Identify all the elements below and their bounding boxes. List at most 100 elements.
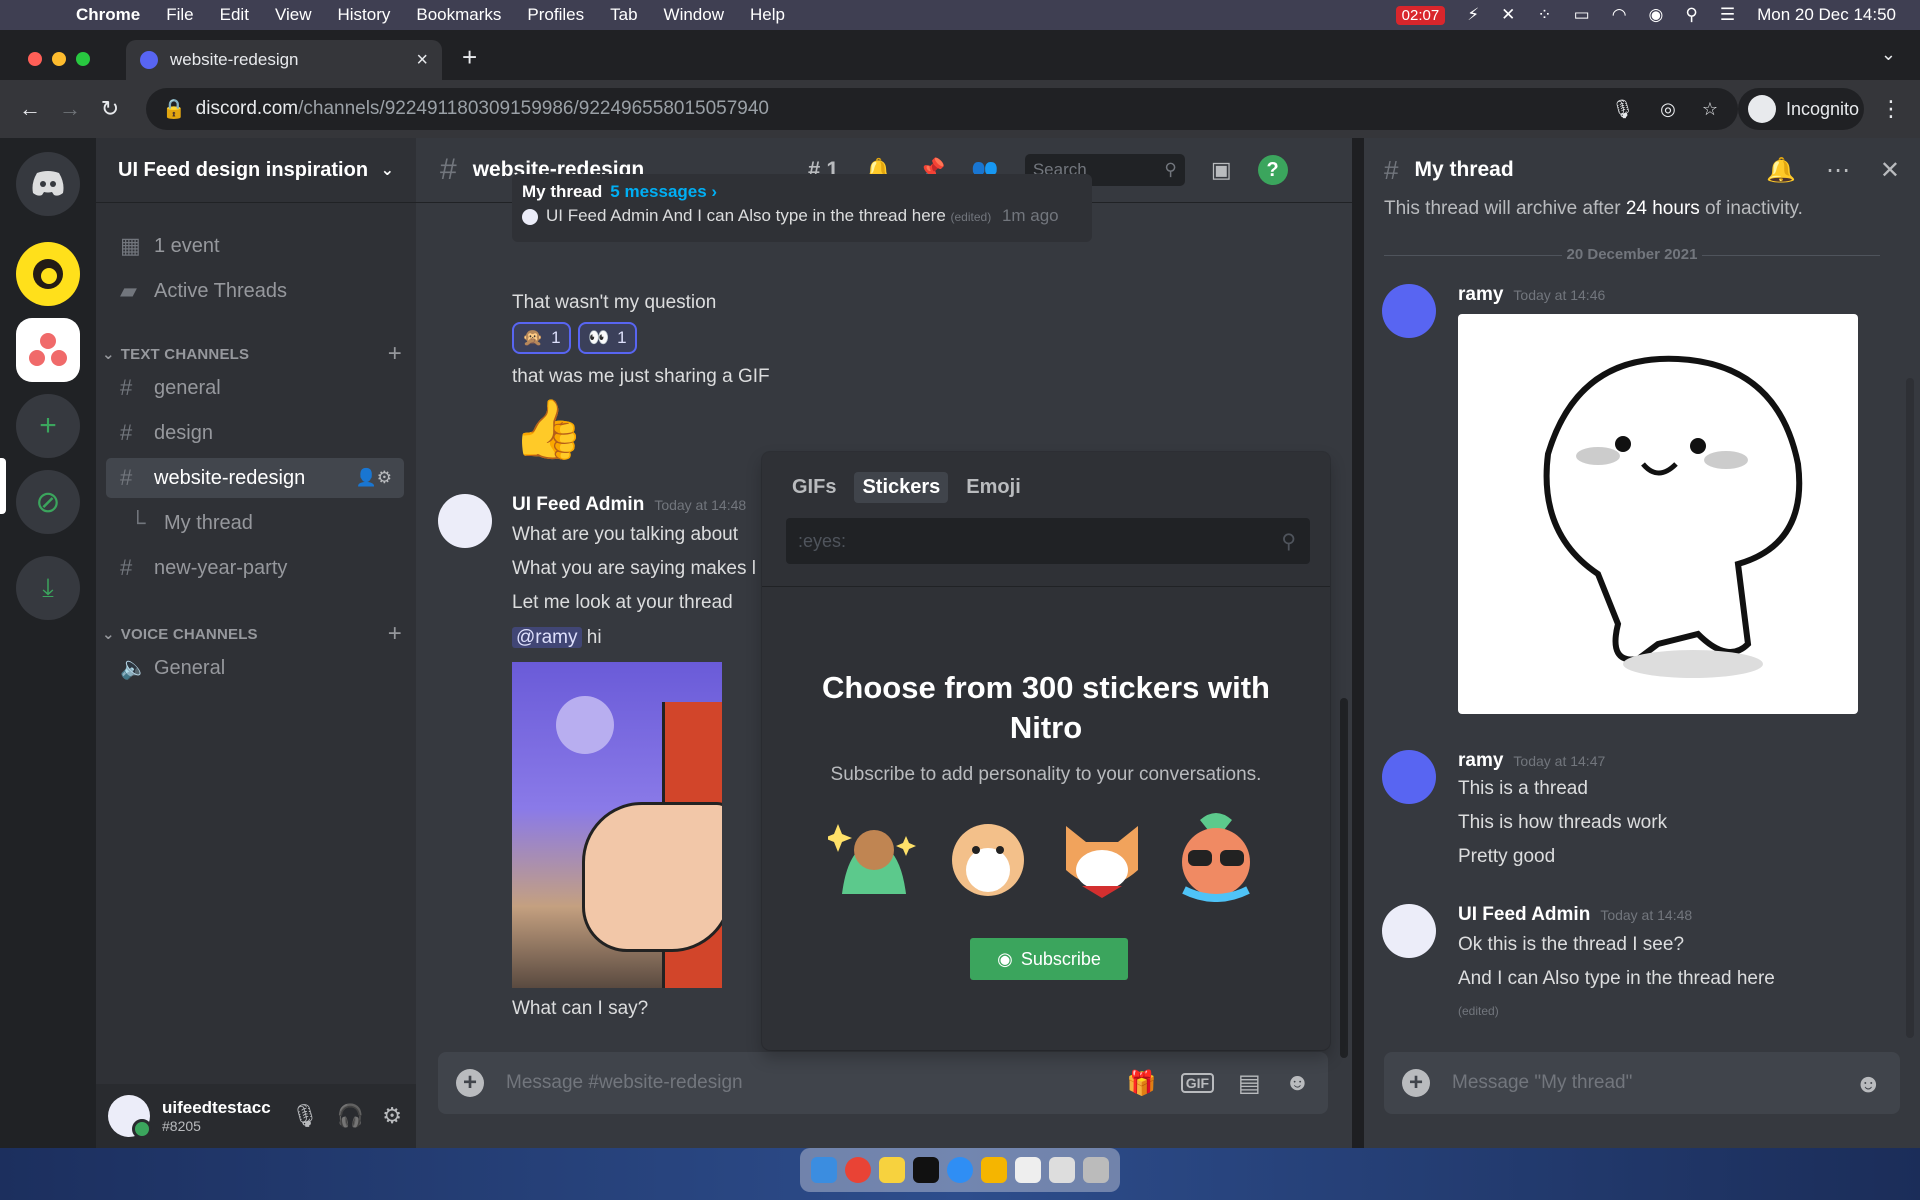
safari-icon[interactable] xyxy=(947,1157,973,1183)
trash-icon[interactable] xyxy=(1083,1157,1109,1183)
voice-channels-category[interactable]: ⌄ VOICE CHANNELS + xyxy=(102,620,402,648)
more-icon[interactable]: ⋯ xyxy=(1826,156,1850,185)
inbox-icon[interactable]: ▣ xyxy=(1211,157,1232,183)
thread-scrollbar[interactable] xyxy=(1906,378,1914,1038)
battery-icon[interactable]: ▭ xyxy=(1574,5,1590,25)
menu-profiles[interactable]: Profiles xyxy=(527,5,584,25)
tab-gifs[interactable]: GIFs xyxy=(784,472,844,503)
tab-emoji[interactable]: Emoji xyxy=(958,472,1028,503)
wifi-icon[interactable]: ◠ xyxy=(1612,5,1627,25)
ui-feed-admin-avatar[interactable] xyxy=(1382,904,1436,958)
lock-icon[interactable]: 🔒 xyxy=(162,97,186,121)
server-mailchimp-icon[interactable] xyxy=(16,242,80,306)
sticker-search-input[interactable]: :eyes: ⚲ xyxy=(786,518,1310,564)
reload-icon[interactable]: ↻ xyxy=(90,96,130,122)
channel-general[interactable]: # general xyxy=(106,368,404,408)
bookmark-star-icon[interactable]: ☆ xyxy=(1702,99,1718,120)
close-window-button[interactable] xyxy=(28,52,42,66)
notes-icon[interactable] xyxy=(879,1157,905,1183)
settings-gear-icon[interactable]: ⚙ xyxy=(382,1103,402,1129)
voice-channel-general[interactable]: 🔈 General xyxy=(106,648,404,688)
create-channel-icon[interactable]: + xyxy=(388,340,402,368)
author-name[interactable]: ramy xyxy=(1458,750,1503,771)
terminal-icon[interactable] xyxy=(913,1157,939,1183)
upload-plus-icon[interactable]: + xyxy=(1402,1069,1430,1097)
address-bar[interactable]: 🔒 discord.com/channels/92249118030915998… xyxy=(146,88,1738,130)
eye-slash-icon[interactable]: ◎ xyxy=(1660,99,1676,120)
menu-history[interactable]: History xyxy=(337,5,390,25)
menu-edit[interactable]: Edit xyxy=(220,5,249,25)
emoji-smile-icon[interactable]: ☻ xyxy=(1855,1068,1882,1099)
thread-preview-card[interactable]: My thread 5 messages › UI Feed Admin And … xyxy=(512,174,1092,242)
zoom-window-button[interactable] xyxy=(76,52,90,66)
explore-servers-icon[interactable]: ⊘ xyxy=(16,470,80,534)
bluetooth-icon[interactable]: ✕ xyxy=(1501,5,1515,25)
events-item[interactable]: ▦ 1 event xyxy=(106,226,404,266)
add-server-icon[interactable]: + xyxy=(16,394,80,458)
menu-file[interactable]: File xyxy=(166,5,193,25)
forward-arrow-icon[interactable]: → xyxy=(50,96,90,122)
invite-and-settings-icons[interactable]: 👤⚙ xyxy=(356,468,392,488)
create-voice-channel-icon[interactable]: + xyxy=(388,620,402,648)
close-tab-icon[interactable]: × xyxy=(416,49,428,72)
dots-icon[interactable]: ⁘ xyxy=(1537,5,1551,25)
bell-icon[interactable]: 🔔 xyxy=(1766,156,1796,185)
download-apps-icon[interactable]: ⤓ xyxy=(16,556,80,620)
menu-view[interactable]: View xyxy=(275,5,312,25)
text-channels-category[interactable]: ⌄ TEXT CHANNELS + xyxy=(102,340,402,368)
chrome-menu-icon[interactable]: ⋮ xyxy=(1880,96,1902,122)
user-mention[interactable]: @ramy xyxy=(512,627,582,648)
thread-message-composer[interactable]: + Message "My thread" ☻ xyxy=(1384,1052,1900,1114)
ramy-avatar[interactable] xyxy=(1382,750,1436,804)
gif-attachment[interactable] xyxy=(512,662,722,988)
reaction-pill[interactable]: 🙊 1 xyxy=(512,322,571,354)
author-name[interactable]: UI Feed Admin xyxy=(512,494,644,515)
subscribe-nitro-button[interactable]: ◉ Subscribe xyxy=(970,938,1128,980)
author-avatar[interactable] xyxy=(438,494,492,548)
user-icon[interactable]: ◉ xyxy=(1649,5,1664,25)
discord-home-icon[interactable] xyxy=(16,152,80,216)
channel-new-year-party[interactable]: # new-year-party xyxy=(106,548,404,588)
menu-help[interactable]: Help xyxy=(750,5,785,25)
chrome-icon[interactable] xyxy=(845,1157,871,1183)
microphone-icon[interactable]: 🎙 xyxy=(1611,99,1634,120)
bolt-app-icon[interactable] xyxy=(981,1157,1007,1183)
minimize-window-button[interactable] xyxy=(52,52,66,66)
headphones-icon[interactable]: 🎧 xyxy=(337,1103,364,1129)
server-asana-icon[interactable] xyxy=(16,318,80,382)
control-center-icon[interactable]: ☰ xyxy=(1720,5,1735,25)
help-icon[interactable]: ? xyxy=(1257,155,1288,185)
preview-icon[interactable] xyxy=(1049,1157,1075,1183)
ramy-avatar[interactable] xyxy=(1382,284,1436,338)
bolt-icon[interactable]: ⚡ xyxy=(1467,5,1479,25)
author-name[interactable]: ramy xyxy=(1458,284,1503,305)
thread-my-thread[interactable]: └ My thread xyxy=(106,503,404,543)
tab-stickers[interactable]: Stickers xyxy=(854,472,949,503)
menu-app-name[interactable]: Chrome xyxy=(76,5,140,25)
author-name[interactable]: UI Feed Admin xyxy=(1458,904,1590,925)
message-composer[interactable]: + Message #website-redesign 🎁 GIF ▤ ☻ xyxy=(438,1052,1328,1114)
browser-tab[interactable]: website-redesign × xyxy=(126,40,442,80)
recording-indicator[interactable]: 02:07 xyxy=(1395,5,1446,25)
back-arrow-icon[interactable]: ← xyxy=(10,96,50,122)
document-icon[interactable] xyxy=(1015,1157,1041,1183)
chat-scrollbar[interactable] xyxy=(1340,698,1348,1058)
active-threads-item[interactable]: ▰ Active Threads xyxy=(106,271,404,311)
server-header[interactable]: UI Feed design inspiration ⌄ xyxy=(96,138,416,202)
incognito-profile-button[interactable]: Incognito xyxy=(1738,88,1864,130)
finder-icon[interactable] xyxy=(811,1157,837,1183)
microphone-icon[interactable]: 🎙 xyxy=(291,1103,319,1129)
upload-plus-icon[interactable]: + xyxy=(456,1069,484,1097)
reaction-pill[interactable]: 👀 1 xyxy=(578,322,637,354)
sticker-icon[interactable]: ▤ xyxy=(1238,1069,1261,1098)
menu-window[interactable]: Window xyxy=(664,5,724,25)
channel-website-redesign[interactable]: # website-redesign 👤⚙ xyxy=(106,458,404,498)
emoji-smile-icon[interactable]: ☻ xyxy=(1285,1069,1310,1097)
channel-design[interactable]: # design xyxy=(106,413,404,453)
clock[interactable]: Mon 20 Dec 14:50 xyxy=(1757,5,1896,25)
user-info[interactable]: uifeedtestacc #8205 xyxy=(162,1098,271,1134)
thread-message-count[interactable]: 5 messages › xyxy=(610,182,717,201)
gift-icon[interactable]: 🎁 xyxy=(1127,1069,1157,1098)
spotlight-icon[interactable]: ⚲ xyxy=(1685,5,1697,25)
tab-search-chevron-icon[interactable]: ⌄ xyxy=(1881,44,1896,65)
